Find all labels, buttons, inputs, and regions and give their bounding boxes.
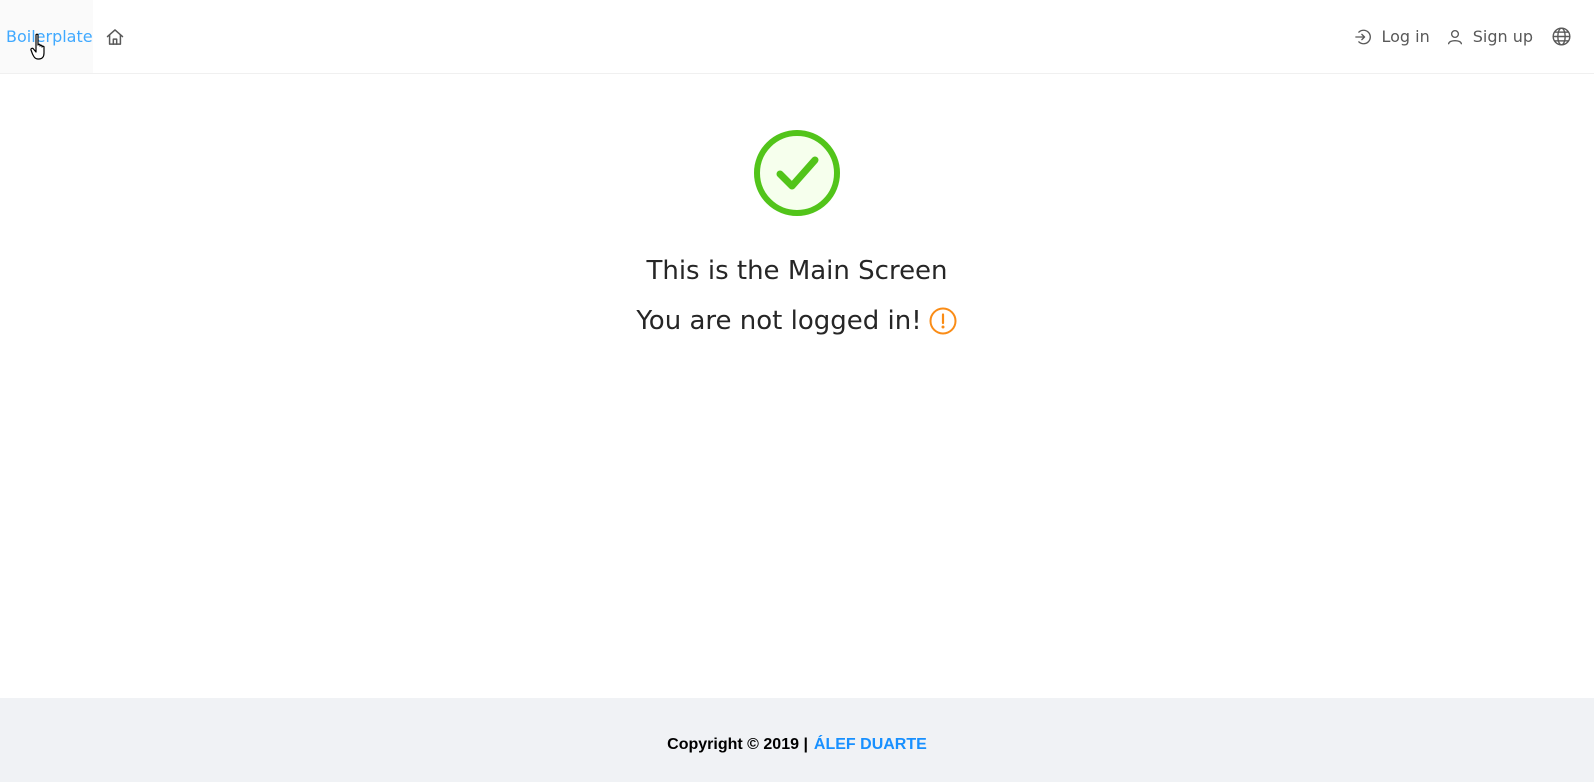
login-label: Log in — [1381, 27, 1430, 46]
login-status: You are not logged in! — [636, 304, 957, 338]
login-icon — [1355, 29, 1372, 44]
footer: Copyright © 2019 | ÁLEF DUARTE — [0, 698, 1594, 782]
copyright-text: Copyright © 2019 | — [667, 736, 808, 753]
signup-label: Sign up — [1472, 27, 1533, 46]
login-link[interactable]: Log in — [1354, 0, 1430, 73]
page: Boilerplate Log in Sign up This is the M… — [0, 0, 1594, 782]
check-circle-icon — [754, 130, 840, 216]
top-navbar: Boilerplate Log in Sign up — [0, 0, 1594, 74]
author-link[interactable]: ÁLEF DUARTE — [814, 736, 927, 754]
page-title: This is the Main Screen — [646, 256, 948, 286]
brand-link[interactable]: Boilerplate — [0, 0, 93, 73]
login-status-text: You are not logged in! — [636, 306, 922, 336]
user-icon — [1447, 29, 1462, 44]
navbar-left: Boilerplate — [0, 0, 137, 73]
globe-icon — [1552, 27, 1571, 46]
exclamation-circle-icon — [929, 307, 957, 335]
language-switcher[interactable] — [1551, 0, 1572, 73]
navbar-right: Log in Sign up — [1338, 0, 1594, 73]
home-icon — [106, 28, 124, 45]
signup-link[interactable]: Sign up — [1446, 0, 1533, 73]
main-content: This is the Main Screen You are not logg… — [0, 74, 1594, 698]
home-link[interactable] — [93, 0, 137, 73]
